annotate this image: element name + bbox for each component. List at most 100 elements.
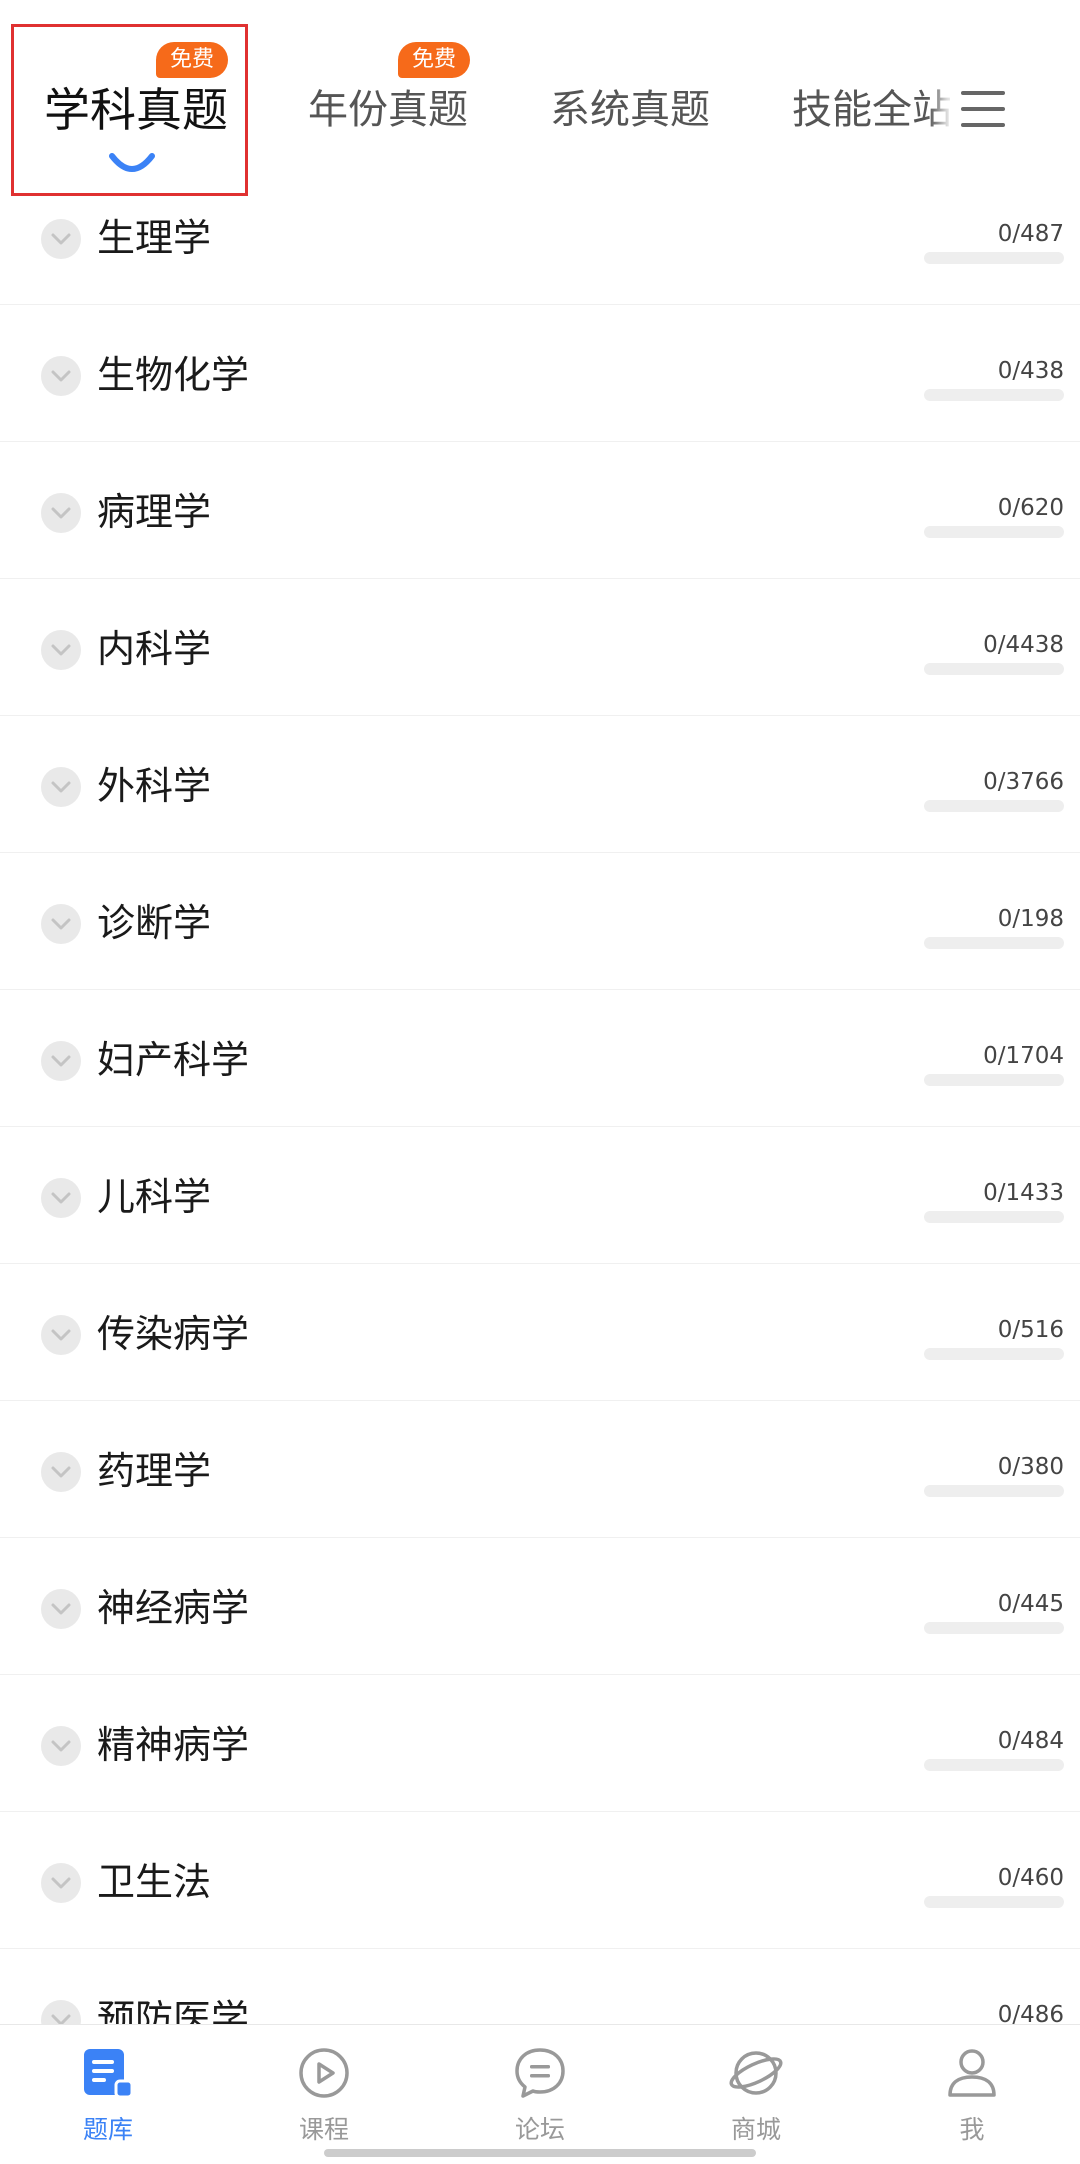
subject-progress-bar [924,1759,1064,1771]
nav-item-me[interactable]: 我 [864,2025,1080,2164]
subject-row[interactable]: 内科学 0/4438 [0,579,1080,716]
chevron-down-icon [51,233,71,245]
subject-progress-count: 0/380 [997,1454,1064,1480]
subject-row[interactable]: 药理学 0/380 [0,1401,1080,1538]
tab-skills-exams[interactable]: 技能全站真题 [792,80,952,140]
expand-toggle[interactable] [41,1589,81,1629]
screen: 学科真题 免费 年份真题 免费 系统真题 技能全站真题 生理学 0/487 生物化学… [0,0,1080,2164]
subject-row[interactable]: 生物化学 0/438 [0,305,1080,442]
expand-toggle[interactable] [41,356,81,396]
question-bank-icon [84,2049,134,2099]
chevron-down-icon [51,1877,71,1889]
menu-button[interactable] [950,76,1016,142]
subject-name: 儿科学 [97,1175,212,1219]
subject-progress-count: 0/620 [997,495,1064,521]
chevron-down-icon [51,1466,71,1478]
chevron-down-icon [51,644,71,656]
tab-label: 系统真题 [550,87,710,133]
nav-label: 题库 [82,2115,133,2144]
subject-name: 预防医学 [97,1997,250,2024]
subject-name: 病理学 [97,490,212,534]
subject-name: 神经病学 [97,1586,250,1630]
subject-row[interactable]: 妇产科学 0/1704 [0,990,1080,1127]
expand-toggle[interactable] [41,767,81,807]
subject-progress-bar [924,1896,1064,1908]
subject-row[interactable]: 病理学 0/620 [0,442,1080,579]
nav-item-question-bank[interactable]: 题库 [0,2025,216,2164]
nav-label: 论坛 [514,2115,565,2144]
expand-toggle[interactable] [41,1452,81,1492]
nav-item-forum[interactable]: 论坛 [432,2025,648,2164]
subject-progress-count: 0/460 [997,1865,1064,1891]
subject-progress-bar [924,389,1064,401]
play-circle-icon [299,2048,349,2098]
expand-toggle[interactable] [41,1315,81,1355]
subject-row[interactable]: 精神病学 0/484 [0,1675,1080,1812]
subject-progress-count: 0/4438 [983,632,1064,658]
nav-item-courses[interactable]: 课程 [216,2025,432,2164]
subject-progress-count: 0/445 [997,1591,1064,1617]
expand-toggle[interactable] [41,1041,81,1081]
bottom-nav: 题库 课程 论坛 商城 我 [0,2024,1080,2164]
expand-toggle[interactable] [41,1178,81,1218]
subject-progress-count: 0/438 [997,358,1064,384]
subject-row[interactable]: 外科学 0/3766 [0,716,1080,853]
subject-row[interactable]: 诊断学 0/198 [0,853,1080,990]
subject-row[interactable]: 卫生法 0/460 [0,1812,1080,1949]
chevron-down-icon [51,1740,71,1752]
nav-label: 商城 [730,2115,781,2144]
subject-progress-count: 0/1704 [983,1043,1064,1069]
subject-progress-bar [924,252,1064,264]
subject-row[interactable]: 传染病学 0/516 [0,1264,1080,1401]
expand-toggle[interactable] [41,1726,81,1766]
subject-progress-count: 0/486 [997,2002,1064,2024]
subject-name: 药理学 [97,1449,212,1493]
chevron-down-icon [51,1603,71,1615]
chevron-down-icon [51,781,71,793]
chevron-down-icon [51,918,71,930]
nav-item-store[interactable]: 商城 [648,2025,864,2164]
subject-list[interactable]: 生理学 0/487 生物化学 0/438 病理学 0/620 内科学 0/4438 外科学 0/3… [0,168,1080,2024]
subject-row[interactable]: 儿科学 0/1433 [0,1127,1080,1264]
subject-progress-count: 0/1433 [983,1180,1064,1206]
expand-toggle[interactable] [41,904,81,944]
chevron-down-icon [51,507,71,519]
subject-progress-bar [924,1622,1064,1634]
subject-name: 生物化学 [97,353,250,397]
expand-toggle[interactable] [41,219,81,259]
subject-progress-bar [924,1074,1064,1086]
chevron-down-icon [51,1055,71,1067]
expand-toggle[interactable] [41,493,81,533]
expand-toggle[interactable] [41,630,81,670]
subject-progress-bar [924,800,1064,812]
subject-progress-bar [924,1485,1064,1497]
tab-label: 年份真题 [308,87,468,133]
chevron-down-icon [51,1192,71,1204]
subject-progress-count: 0/3766 [983,769,1064,795]
free-badge: 免费 [156,42,229,78]
chevron-down-icon [51,370,71,382]
home-indicator[interactable] [324,2149,756,2157]
subject-name: 内科学 [97,627,212,671]
chevron-down-icon [51,2014,71,2024]
subject-progress-count: 0/487 [997,221,1064,247]
subject-row[interactable]: 神经病学 0/445 [0,1538,1080,1675]
chevron-down-icon [51,1329,71,1341]
tab-year-exams[interactable]: 年份真题 [308,80,468,140]
expand-toggle[interactable] [41,2000,81,2024]
subject-progress-bar [924,1211,1064,1223]
nav-label: 我 [959,2115,985,2144]
subject-row[interactable]: 预防医学 0/486 [0,1949,1080,2024]
subject-name: 生理学 [97,216,212,260]
subject-row[interactable]: 生理学 0/487 [0,168,1080,305]
tab-subject-exams[interactable]: 学科真题 [44,80,228,140]
user-icon [948,2049,996,2097]
tab-system-exams[interactable]: 系统真题 [550,80,710,140]
hamburger-icon [961,91,1005,95]
subject-name: 外科学 [97,764,212,808]
subject-name: 传染病学 [97,1312,250,1356]
subject-progress-bar [924,526,1064,538]
free-badge: 免费 [398,42,471,78]
chat-bubble-icon [515,2048,565,2098]
expand-toggle[interactable] [41,1863,81,1903]
